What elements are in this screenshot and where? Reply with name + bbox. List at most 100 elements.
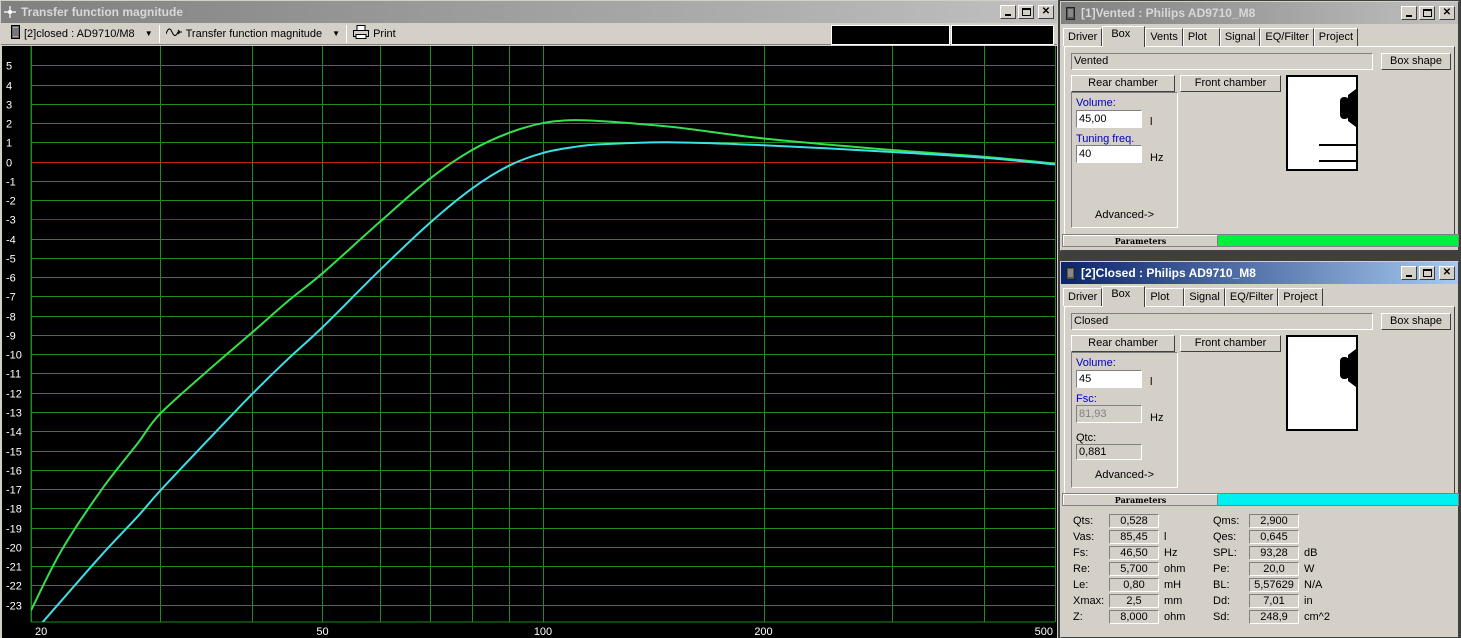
parameter-unit: l bbox=[1164, 531, 1167, 543]
y-tick-label: 0 bbox=[6, 158, 12, 170]
y-tick-label: -4 bbox=[6, 235, 16, 247]
dropdown-arrow-icon[interactable]: ▼ bbox=[145, 29, 153, 38]
parameter-label: Re: bbox=[1073, 563, 1091, 575]
closed-box-pane: Closed Box shape Rear chamber Front cham… bbox=[1064, 306, 1455, 502]
plot-type-value: Transfer function magnitude bbox=[185, 27, 323, 40]
volume-unit: l bbox=[1150, 116, 1153, 128]
front-chamber-button[interactable]: Front chamber bbox=[1180, 75, 1281, 92]
vented-window-titlebar[interactable]: [1]Vented : Philips AD9710_M8 ✕ bbox=[1061, 2, 1458, 24]
tab-driver[interactable]: Driver bbox=[1063, 28, 1103, 46]
fsc-unit: Hz bbox=[1150, 412, 1164, 424]
maximize-button[interactable] bbox=[1018, 5, 1034, 19]
maximize-button[interactable] bbox=[1419, 6, 1435, 20]
volume-unit: l bbox=[1150, 376, 1153, 388]
x-tick-label: 20 bbox=[35, 626, 47, 638]
parameter-row: Z: 8,000 ohm bbox=[1073, 610, 1185, 624]
parameter-label: Qms: bbox=[1213, 515, 1240, 527]
parameter-label: Vas: bbox=[1073, 531, 1095, 543]
closed-box-window: [2]Closed : Philips AD9710_M8 ✕ Driver B… bbox=[1060, 261, 1459, 638]
parameter-row: Dd: 7,01 in bbox=[1213, 594, 1313, 608]
y-tick-label: -5 bbox=[6, 254, 16, 266]
parameter-unit: W bbox=[1304, 563, 1315, 575]
close-icon: ✕ bbox=[1442, 7, 1452, 18]
volume-label: Volume: bbox=[1076, 357, 1116, 369]
volume-input[interactable]: 45 bbox=[1076, 370, 1142, 388]
advanced-link[interactable]: Advanced-> bbox=[1072, 209, 1177, 221]
parameter-row: Pe: 20,0 W bbox=[1213, 562, 1314, 576]
parameter-label: Xmax: bbox=[1073, 595, 1105, 607]
y-tick-label: -19 bbox=[6, 524, 22, 536]
front-chamber-button[interactable]: Front chamber bbox=[1180, 335, 1281, 352]
parameter-label: Dd: bbox=[1213, 595, 1231, 607]
parameter-unit: Hz bbox=[1164, 547, 1178, 559]
plot-type-select[interactable]: Transfer function magnitude ▼ bbox=[160, 24, 346, 44]
volume-input[interactable]: 45,00 bbox=[1076, 110, 1142, 128]
dropdown-arrow-icon[interactable]: ▼ bbox=[332, 29, 340, 38]
parameter-row: Qms: 2,900 bbox=[1213, 514, 1304, 528]
minimize-icon bbox=[1005, 14, 1011, 16]
parameter-unit: mm bbox=[1164, 595, 1183, 607]
minimize-button[interactable] bbox=[1401, 266, 1417, 280]
closed-parameters-bar[interactable]: Parameters bbox=[1062, 493, 1459, 506]
tab-plot[interactable]: Plot bbox=[1182, 28, 1220, 46]
y-tick-label: -2 bbox=[6, 196, 16, 208]
tab-eq-filter[interactable]: EQ/Filter bbox=[1224, 288, 1279, 306]
tab-driver[interactable]: Driver bbox=[1063, 288, 1103, 306]
maximize-button[interactable] bbox=[1419, 266, 1435, 280]
tab-signal[interactable]: Signal bbox=[1184, 288, 1225, 306]
parameter-row: Fs: 46,50 Hz bbox=[1073, 546, 1177, 560]
parameter-row: BL: 5,57629 N/A bbox=[1213, 578, 1322, 592]
close-button[interactable]: ✕ bbox=[1439, 266, 1455, 280]
y-tick-label: -11 bbox=[6, 369, 21, 381]
minimize-button[interactable] bbox=[1000, 5, 1016, 19]
fsc-input: 81,93 bbox=[1076, 405, 1142, 423]
close-button[interactable]: ✕ bbox=[1038, 5, 1054, 19]
graph-window-titlebar[interactable]: Transfer function magnitude ✕ bbox=[1, 1, 1057, 23]
parameter-value: 85,45 bbox=[1109, 530, 1159, 544]
y-tick-label: -13 bbox=[6, 408, 22, 420]
tab-project[interactable]: Project bbox=[1278, 288, 1323, 306]
close-button[interactable]: ✕ bbox=[1439, 6, 1455, 20]
parameter-label: Qes: bbox=[1213, 531, 1237, 543]
plot-area[interactable]: 5 4 3 2 1 0 -1 -2 -3 -4 -5 -6 -7 -8 -9 -10 -11 -12 -13 -14 -… bbox=[2, 46, 1057, 638]
rear-chamber-button[interactable]: Rear chamber bbox=[1071, 75, 1175, 92]
graph-window-title: Transfer function magnitude bbox=[21, 5, 184, 19]
maximize-icon bbox=[1422, 9, 1432, 17]
status-box-2 bbox=[951, 25, 1054, 45]
graph-toolbar: [2]closed : AD9710/M8 ▼ Transfer functio… bbox=[1, 23, 1057, 45]
parameter-label: Le: bbox=[1073, 579, 1089, 591]
qtc-value: 0,881 bbox=[1076, 444, 1142, 460]
parameter-value: 8,000 bbox=[1109, 610, 1159, 624]
rear-chamber-button[interactable]: Rear chamber bbox=[1071, 335, 1175, 352]
parameter-unit: N/A bbox=[1304, 579, 1323, 591]
parameter-value: 5,57629 bbox=[1249, 578, 1299, 592]
tab-signal[interactable]: Signal bbox=[1219, 28, 1261, 46]
box-shape-button[interactable]: Box shape bbox=[1381, 53, 1451, 70]
print-button[interactable]: Print bbox=[347, 24, 402, 44]
parameter-row: Sd: 248,9 cm^2 bbox=[1213, 610, 1330, 624]
tuning-freq-input[interactable]: 40 bbox=[1076, 145, 1142, 163]
vented-parameters-bar[interactable]: Parameters bbox=[1062, 234, 1459, 247]
x-tick-label: 500 bbox=[1035, 626, 1053, 638]
qtc-label: Qtc: bbox=[1076, 432, 1097, 444]
advanced-link[interactable]: Advanced-> bbox=[1072, 469, 1177, 481]
y-tick-label: -23 bbox=[6, 601, 22, 613]
tab-box[interactable]: Box bbox=[1102, 26, 1146, 47]
parameter-value: 0,80 bbox=[1109, 578, 1159, 592]
tab-eq-filter[interactable]: EQ/Filter bbox=[1260, 28, 1314, 46]
closed-window-titlebar[interactable]: [2]Closed : Philips AD9710_M8 ✕ bbox=[1061, 262, 1458, 284]
driver-select[interactable]: [2]closed : AD9710/M8 ▼ bbox=[5, 24, 159, 44]
box-shape-button[interactable]: Box shape bbox=[1381, 313, 1451, 330]
y-tick-label: -18 bbox=[6, 504, 22, 516]
tuning-freq-unit: Hz bbox=[1150, 152, 1164, 164]
tab-project[interactable]: Project bbox=[1313, 28, 1359, 46]
tab-vents[interactable]: Vents bbox=[1145, 28, 1183, 46]
waveform-icon bbox=[165, 27, 182, 40]
close-icon: ✕ bbox=[1041, 6, 1051, 17]
parameter-row: Le: 0,80 mH bbox=[1073, 578, 1181, 592]
tab-box[interactable]: Box bbox=[1102, 286, 1146, 307]
tab-plot[interactable]: Plot bbox=[1145, 288, 1185, 306]
y-tick-label: -9 bbox=[6, 331, 16, 343]
minimize-button[interactable] bbox=[1401, 6, 1417, 20]
x-tick-label: 50 bbox=[316, 626, 328, 638]
